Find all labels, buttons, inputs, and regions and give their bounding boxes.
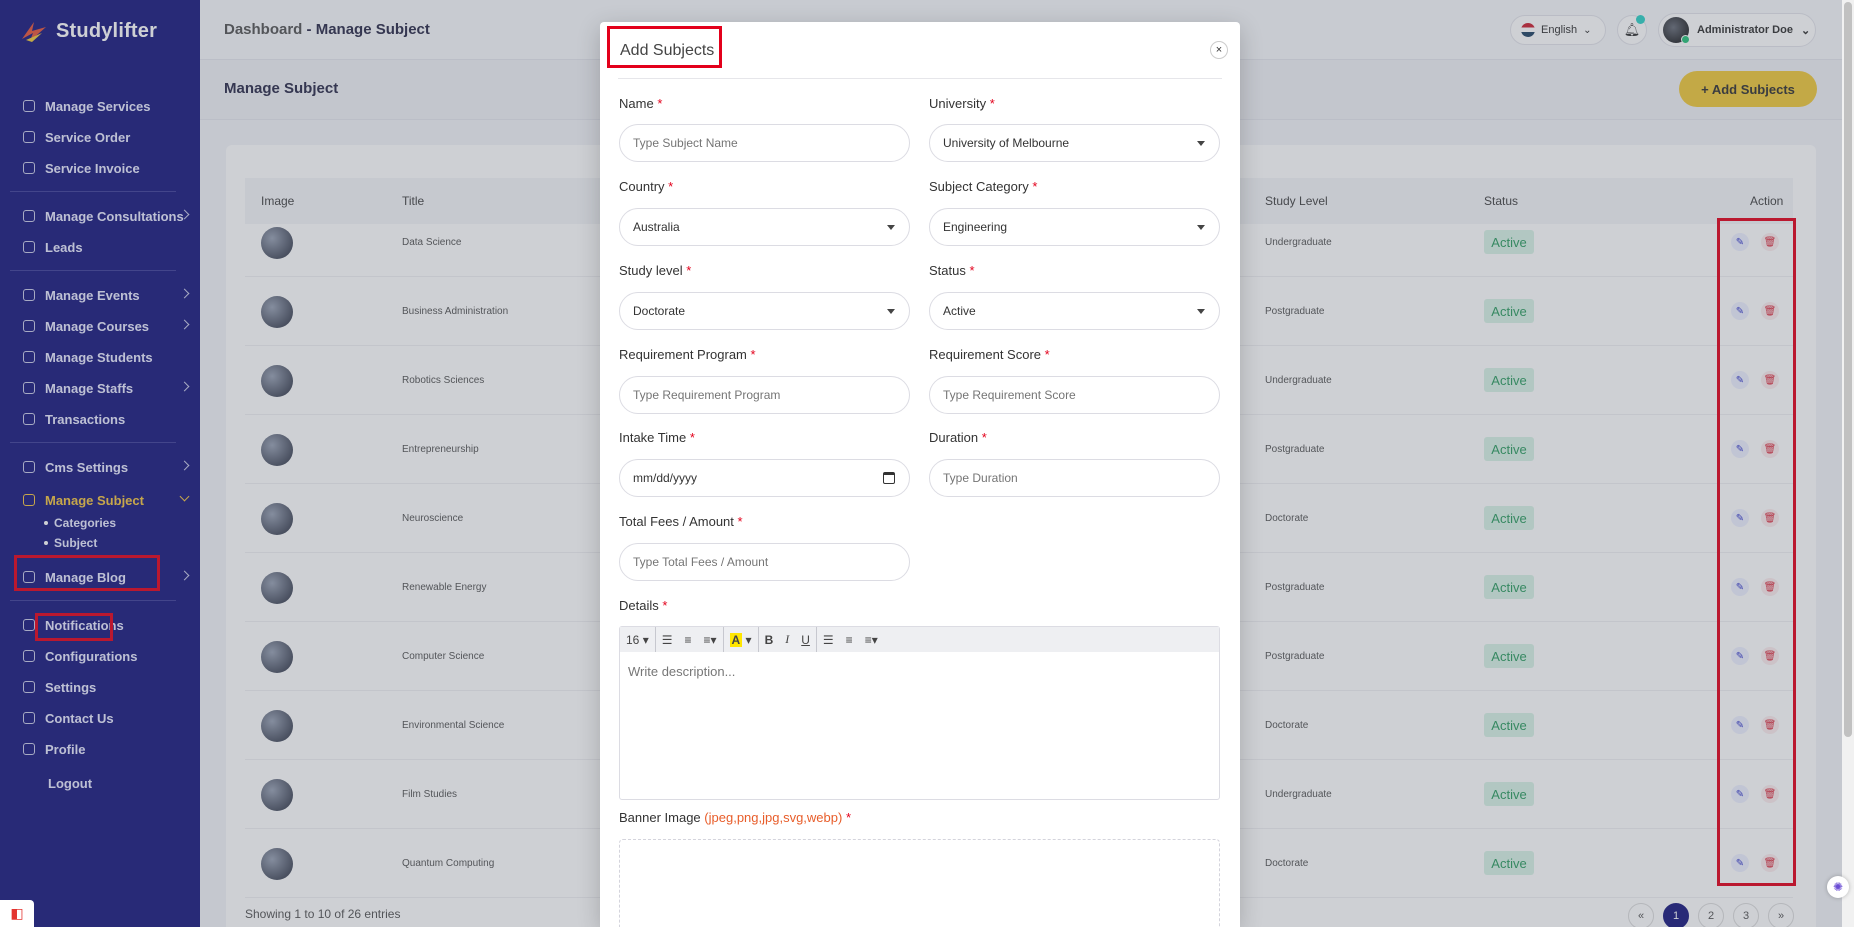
caret-down-icon (1197, 225, 1205, 230)
text-color-icon[interactable]: A ▾ (724, 627, 759, 652)
select-value: Australia (633, 220, 680, 234)
required-mark: * (750, 347, 756, 362)
file-type-hint: (jpeg,png,jpg,svg,webp) (704, 810, 843, 825)
label-text: Study level (619, 263, 683, 278)
label-text: Intake Time (619, 430, 687, 445)
select-value: Active (943, 304, 976, 318)
intake-time-date-input[interactable]: mm/dd/yyyy (619, 459, 910, 497)
required-mark: * (981, 430, 987, 445)
date-placeholder: mm/dd/yyyy (633, 471, 698, 485)
label-text: Name (619, 96, 654, 111)
intake-time-label: Intake Time * (619, 430, 695, 445)
university-label: University * (929, 96, 995, 111)
requirement-program-input[interactable] (619, 376, 910, 414)
status-select[interactable]: Active (929, 292, 1220, 330)
select-value: Engineering (943, 220, 1008, 234)
modal-header: Add Subjects × (618, 22, 1228, 79)
country-select[interactable]: Australia (619, 208, 910, 246)
numbered-list-icon[interactable]: ≡ (678, 627, 697, 652)
status-label: Status * (929, 263, 975, 278)
required-mark: * (662, 598, 668, 613)
page-scrollbar[interactable] (1842, 0, 1854, 927)
country-label: Country * (619, 179, 673, 194)
caret-down-icon (1197, 141, 1205, 146)
caret-down-icon (887, 225, 895, 230)
required-mark: * (845, 810, 852, 825)
label-text: Subject Category (929, 179, 1029, 194)
total-fees-input[interactable] (619, 543, 910, 581)
required-mark: * (1044, 347, 1050, 362)
total-fees-label: Total Fees / Amount * (619, 514, 743, 529)
underline-button[interactable]: U (795, 627, 817, 652)
banner-image-label: Banner Image (jpeg,png,jpg,svg,webp) * (619, 810, 851, 825)
help-widget-icon[interactable]: ✺ (1827, 876, 1849, 898)
required-mark: * (686, 263, 692, 278)
calendar-icon[interactable] (883, 472, 895, 484)
required-mark: * (989, 96, 995, 111)
label-text: Requirement Program (619, 347, 747, 362)
required-mark: * (969, 263, 975, 278)
required-mark: * (668, 179, 674, 194)
label-text: Requirement Score (929, 347, 1041, 362)
unordered-list-icon[interactable]: ☰ (817, 627, 840, 652)
details-label: Details * (619, 598, 667, 613)
caret-down-icon (887, 309, 895, 314)
select-value: Doctorate (633, 304, 686, 318)
details-rich-text-editor: 16 ▾ ☰ ≡ ≡▾ A ▾ B I U ☰ ≡ ≡▾ Write descr… (619, 626, 1220, 800)
font-size-value: 16 (626, 632, 640, 647)
study-level-select[interactable]: Doctorate (619, 292, 910, 330)
app-root: Studylifter Manage Services Service Orde… (0, 0, 1854, 927)
label-text: Total Fees / Amount (619, 514, 734, 529)
label-text: Details (619, 598, 659, 613)
label-text: Duration (929, 430, 979, 445)
duration-input[interactable] (929, 459, 1220, 497)
bold-button[interactable]: B (759, 627, 780, 652)
caret-down-icon (1197, 309, 1205, 314)
scrollbar-thumb[interactable] (1844, 2, 1852, 737)
label-text: Status (929, 263, 966, 278)
requirement-score-input[interactable] (929, 376, 1220, 414)
paragraph-dropdown-icon[interactable]: ≡▾ (859, 627, 884, 652)
required-mark: * (1032, 179, 1038, 194)
requirement-score-label: Requirement Score * (929, 347, 1050, 362)
subject-name-input[interactable] (619, 124, 910, 162)
add-subjects-modal: Add Subjects × Name * University * Unive… (600, 22, 1240, 927)
duration-label: Duration * (929, 430, 987, 445)
font-size-dropdown[interactable]: 16 ▾ (620, 627, 656, 652)
text-color-label: A (729, 632, 743, 647)
banner-image-dropzone[interactable] (619, 839, 1220, 927)
editor-placeholder[interactable]: Write description... (628, 664, 735, 679)
required-mark: * (657, 96, 663, 111)
label-text: University (929, 96, 987, 111)
laravel-debug-icon[interactable]: ◧ (0, 900, 34, 927)
italic-button[interactable]: I (779, 627, 795, 652)
required-mark: * (689, 430, 695, 445)
requirement-program-label: Requirement Program * (619, 347, 756, 362)
subject-category-label: Subject Category * (929, 179, 1037, 194)
ordered-list-icon[interactable]: ≡ (840, 627, 859, 652)
bullet-list-icon[interactable]: ☰ (656, 627, 679, 652)
subject-category-select[interactable]: Engineering (929, 208, 1220, 246)
modal-title: Add Subjects (620, 42, 715, 59)
align-dropdown-icon[interactable]: ≡▾ (698, 627, 724, 652)
university-select[interactable]: University of Melbourne (929, 124, 1220, 162)
label-text: Country (619, 179, 665, 194)
required-mark: * (737, 514, 743, 529)
close-icon[interactable]: × (1210, 41, 1228, 59)
study-level-label: Study level * (619, 263, 691, 278)
label-text: Banner Image (619, 810, 701, 825)
name-label: Name * (619, 96, 662, 111)
editor-toolbar: 16 ▾ ☰ ≡ ≡▾ A ▾ B I U ☰ ≡ ≡▾ (620, 627, 1219, 652)
select-value: University of Melbourne (943, 136, 1070, 150)
